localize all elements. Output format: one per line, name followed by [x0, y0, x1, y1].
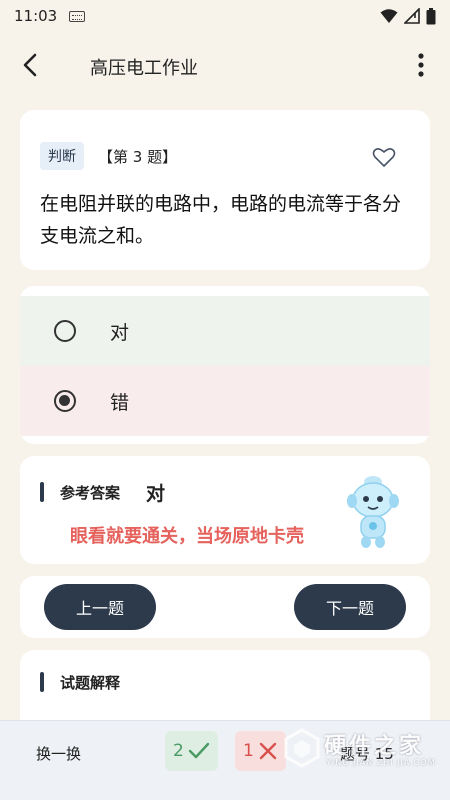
- answer-card: 参考答案 对 眼看就要通关，当场原地卡壳: [20, 456, 430, 564]
- question-card: 判断 【第 3 题】 在电阻并联的电路中，电路的电流等于各分支电流之和。: [20, 110, 430, 270]
- option-false[interactable]: 错: [20, 366, 430, 436]
- keyboard-icon: [69, 10, 86, 22]
- answer-message: 眼看就要通关，当场原地卡壳: [70, 526, 304, 547]
- next-question-button[interactable]: 下一题: [294, 584, 406, 630]
- nav-card: 上一题 下一题: [20, 576, 430, 638]
- wifi-icon: [380, 9, 398, 23]
- radio-checked-icon: [54, 390, 76, 412]
- check-icon: [188, 742, 210, 759]
- question-type-badge: 判断: [40, 142, 84, 170]
- status-icons: [380, 7, 436, 25]
- watermark-text: 硬件之家: [324, 734, 425, 759]
- cross-icon: [259, 742, 277, 760]
- watermark-subtext: YING JIAN ZHI JIA.COM: [326, 758, 436, 767]
- answer-title: 参考答案: [60, 484, 121, 502]
- status-bar: 11:03: [0, 0, 450, 32]
- section-marker: [40, 672, 44, 692]
- option-label: 错: [110, 391, 130, 414]
- question-number: 【第 3 题】: [98, 148, 178, 166]
- correct-count-chip[interactable]: 2: [165, 731, 218, 771]
- status-time: 11:03: [14, 7, 58, 25]
- app-bar: 高压电工作业: [0, 32, 450, 100]
- back-arrow-icon[interactable]: [18, 52, 44, 78]
- radio-unchecked-icon: [54, 320, 76, 342]
- switch-button[interactable]: 换一换: [36, 743, 81, 764]
- wrong-count-chip[interactable]: 1: [235, 731, 286, 771]
- heart-icon[interactable]: [372, 146, 396, 168]
- answer-value: 对: [146, 483, 166, 505]
- watermark-logo-icon: [284, 728, 320, 768]
- page-title: 高压电工作业: [90, 58, 198, 79]
- section-marker: [40, 482, 44, 502]
- prev-question-button[interactable]: 上一题: [44, 584, 156, 630]
- correct-count: 2: [173, 741, 184, 761]
- option-true[interactable]: 对: [20, 296, 430, 366]
- options-card: 对 错: [20, 286, 430, 444]
- option-label: 对: [110, 321, 130, 344]
- robot-mascot-icon: [347, 476, 399, 548]
- explanation-title: 试题解释: [60, 674, 121, 692]
- cell-signal-icon: [404, 8, 420, 24]
- wrong-count: 1: [243, 741, 254, 761]
- watermark: 硬件之家 YING JIAN ZHI JIA.COM: [284, 726, 444, 774]
- question-text: 在电阻并联的电路中，电路的电流等于各分支电流之和。: [40, 193, 402, 247]
- battery-icon: [426, 7, 436, 24]
- more-vert-icon[interactable]: [416, 52, 426, 78]
